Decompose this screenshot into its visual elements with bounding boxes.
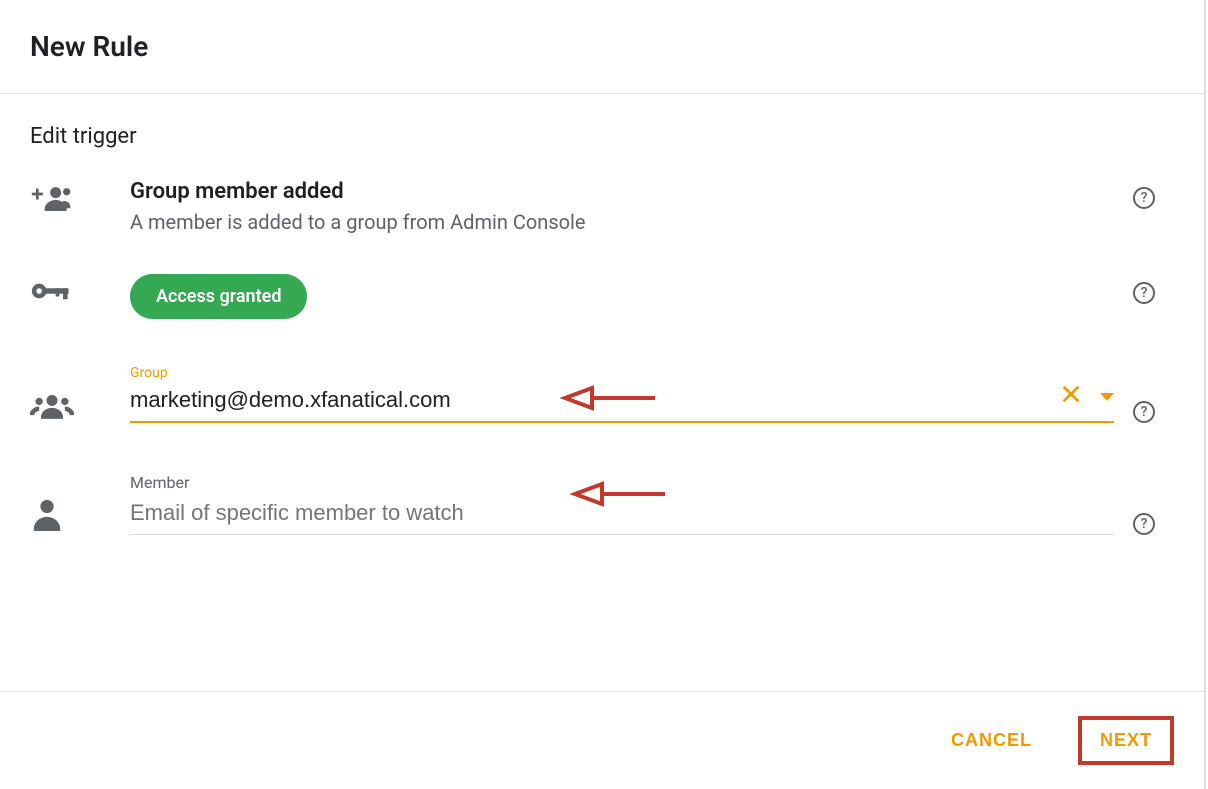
group-field-label: Group <box>130 365 1114 381</box>
group-add-icon <box>30 185 74 219</box>
member-row: Member ? <box>0 463 1204 545</box>
member-input-wrap[interactable] <box>130 496 1114 535</box>
trigger-description: A member is added to a group from Admin … <box>130 210 1114 234</box>
cancel-button[interactable]: CANCEL <box>935 720 1048 761</box>
annotation-highlight: NEXT <box>1078 716 1174 765</box>
help-icon[interactable]: ? <box>1133 513 1155 535</box>
section-title: Edit trigger <box>0 94 1204 169</box>
group-input-wrap[interactable] <box>130 383 1114 423</box>
clear-icon[interactable] <box>1060 383 1082 411</box>
dropdown-icon[interactable] <box>1100 393 1114 401</box>
page-title: New Rule <box>30 30 1174 63</box>
trigger-row: Group member added A member is added to … <box>0 169 1204 244</box>
person-icon <box>30 497 64 535</box>
help-icon[interactable]: ? <box>1133 187 1155 209</box>
key-icon <box>30 280 74 306</box>
group-icon <box>30 393 74 423</box>
help-icon[interactable]: ? <box>1133 282 1155 304</box>
group-row: Group ? <box>0 355 1204 433</box>
trigger-title: Group member added <box>130 179 1114 204</box>
member-input[interactable] <box>130 500 1044 526</box>
next-button[interactable]: NEXT <box>1094 726 1158 755</box>
help-icon[interactable]: ? <box>1133 401 1155 423</box>
member-field-label: Member <box>130 473 1114 492</box>
access-status-chip: Access granted <box>130 274 307 319</box>
footer: CANCEL NEXT <box>0 691 1204 789</box>
access-row: Access granted ? <box>0 264 1204 329</box>
group-input[interactable] <box>130 387 1044 413</box>
